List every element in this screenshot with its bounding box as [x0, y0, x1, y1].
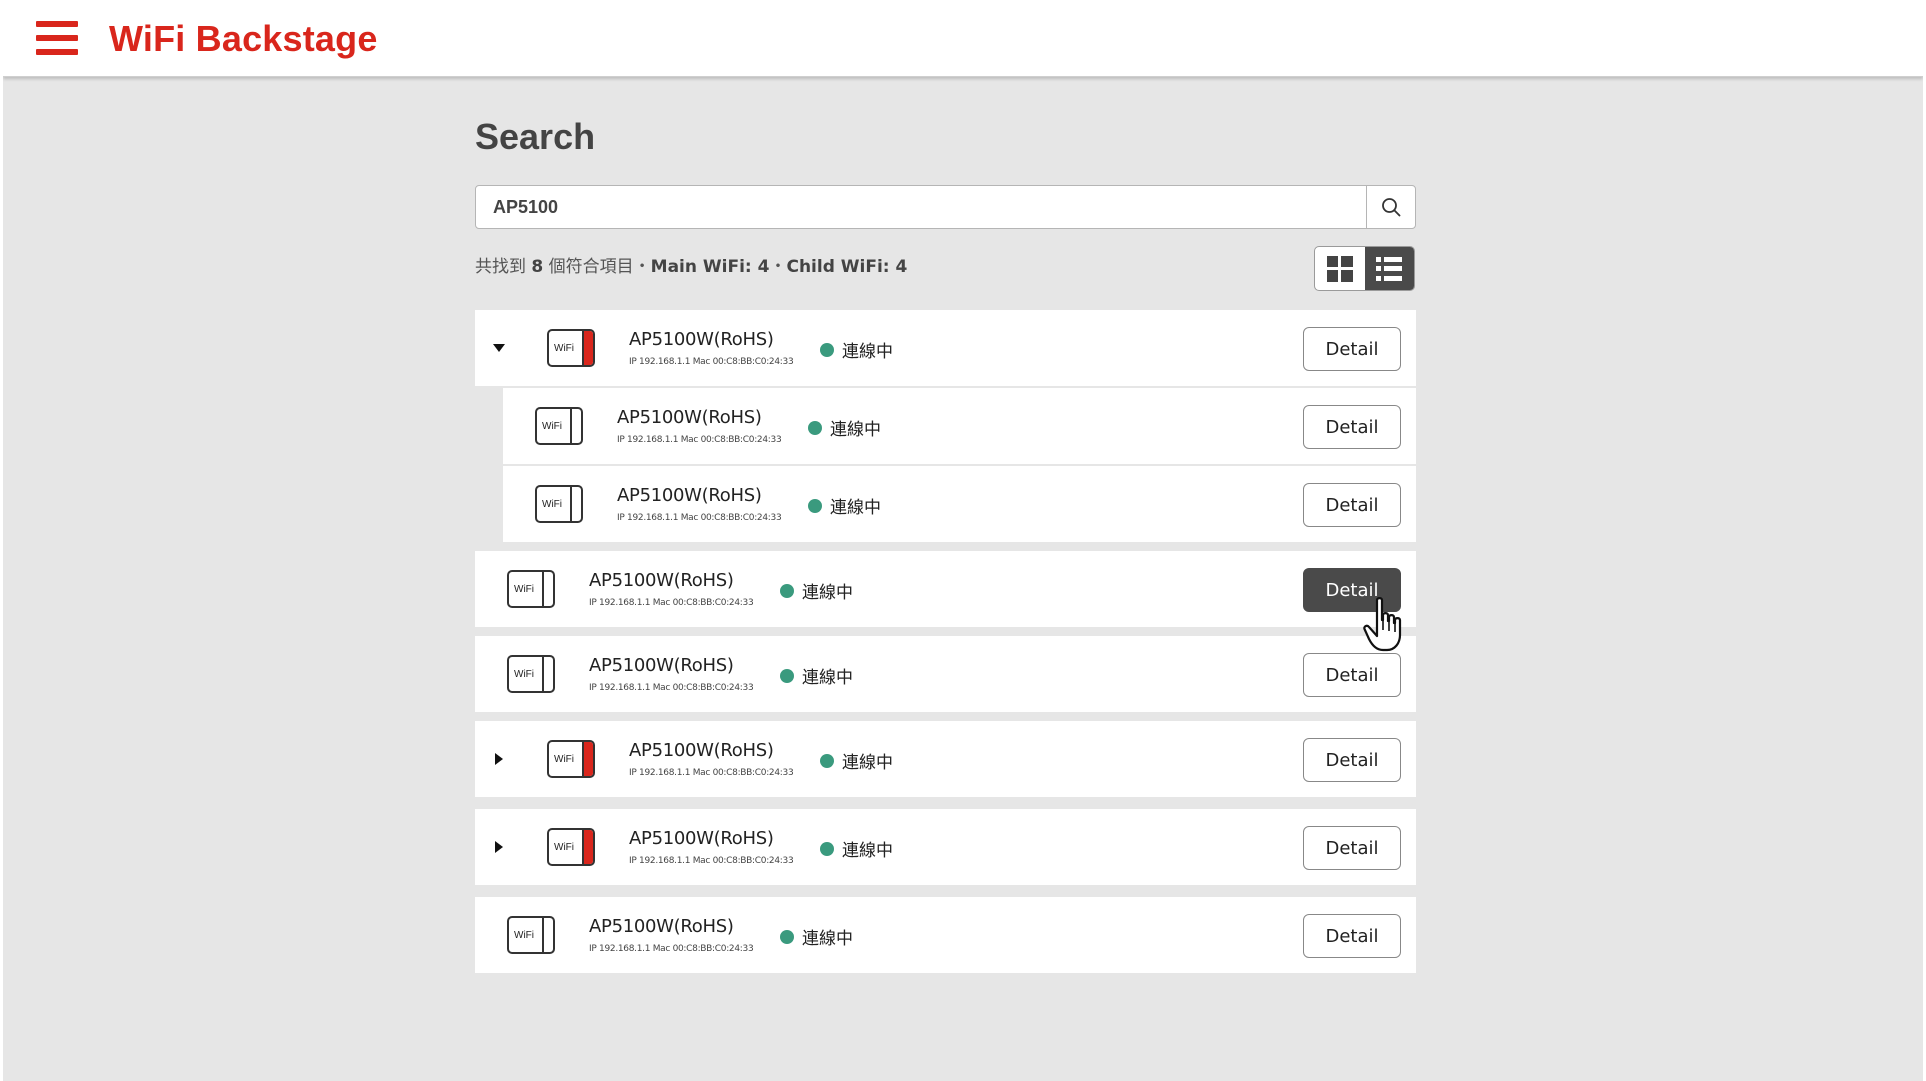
- device-status-text: 連線中: [842, 753, 893, 773]
- online-dot-icon: [780, 583, 794, 598]
- detail-button[interactable]: Detail: [1303, 405, 1401, 449]
- device-status-text: 連線中: [802, 929, 853, 949]
- device-meta: IP 192.168.1.1 Mac 00:C8:BB:C0:24:33: [629, 856, 794, 866]
- list-icon: [1376, 256, 1403, 281]
- wifi-device-icon: WiFi: [547, 828, 595, 866]
- caret-right-icon: [495, 841, 503, 853]
- wifi-device-icon: WiFi: [507, 916, 555, 954]
- online-dot-icon: [808, 420, 822, 435]
- result-summary: 共找到 8 個符合項目・Main WiFi: 4・Child WiFi: 4: [475, 252, 907, 277]
- device-meta: IP 192.168.1.1 Mac 00:C8:BB:C0:24:33: [629, 357, 794, 367]
- device-status: 連線中: [808, 415, 881, 440]
- detail-button[interactable]: Detail: [1303, 738, 1401, 782]
- detail-button[interactable]: Detail: [1303, 826, 1401, 870]
- child-wifi-count: Child WiFi: 4: [786, 257, 908, 277]
- view-toggle: [1314, 246, 1415, 291]
- device-meta: IP 192.168.1.1 Mac 00:C8:BB:C0:24:33: [589, 683, 754, 693]
- device-name: AP5100W(RoHS): [629, 329, 774, 350]
- page-title: Search: [475, 116, 596, 157]
- wifi-device-icon: WiFi: [535, 407, 583, 445]
- search-button[interactable]: [1366, 186, 1415, 228]
- collapse-toggle[interactable]: [489, 310, 509, 386]
- wifi-device-icon: WiFi: [507, 655, 555, 693]
- device-status-text: 連線中: [830, 498, 881, 518]
- child-device-row: WiFi AP5100W(RoHS) IP 192.168.1.1 Mac 00:…: [503, 388, 1416, 464]
- app-frame: WiFi Backstage Search 共找到 8 個符合項目・Main W…: [3, 0, 1923, 1081]
- device-icon-label: WiFi: [514, 584, 534, 595]
- wifi-device-icon: WiFi: [547, 329, 595, 367]
- device-status: 連線中: [780, 578, 853, 603]
- expand-toggle[interactable]: [489, 809, 509, 885]
- search-input[interactable]: [476, 186, 1366, 228]
- device-status: 連線中: [780, 663, 853, 688]
- device-row: WiFi AP5100W(RoHS) IP 192.168.1.1 Mac 00:…: [475, 636, 1416, 712]
- menu-icon[interactable]: [36, 21, 78, 55]
- device-name: AP5100W(RoHS): [617, 407, 762, 428]
- wifi-device-icon: WiFi: [547, 740, 595, 778]
- device-status-text: 連線中: [802, 668, 853, 688]
- online-dot-icon: [820, 342, 834, 357]
- summary-separator: ・: [769, 257, 787, 277]
- wifi-device-icon: WiFi: [507, 570, 555, 608]
- detail-button[interactable]: Detail: [1303, 914, 1401, 958]
- device-icon-label: WiFi: [554, 842, 574, 853]
- device-status: 連線中: [808, 493, 881, 518]
- summary-suffix: 個符合項目・: [548, 257, 651, 277]
- grid-icon: [1326, 255, 1353, 282]
- online-dot-icon: [780, 929, 794, 944]
- device-meta: IP 192.168.1.1 Mac 00:C8:BB:C0:24:33: [589, 598, 754, 608]
- device-status: 連線中: [820, 748, 893, 773]
- list-view-button[interactable]: [1364, 247, 1414, 290]
- online-dot-icon: [820, 753, 834, 768]
- grid-view-button[interactable]: [1315, 247, 1365, 290]
- search-box: [475, 185, 1416, 229]
- caret-right-icon: [495, 753, 503, 765]
- device-meta: IP 192.168.1.1 Mac 00:C8:BB:C0:24:33: [589, 944, 754, 954]
- online-dot-icon: [808, 498, 822, 513]
- device-name: AP5100W(RoHS): [617, 485, 762, 506]
- device-meta: IP 192.168.1.1 Mac 00:C8:BB:C0:24:33: [617, 435, 782, 445]
- device-icon-label: WiFi: [554, 343, 574, 354]
- expand-toggle[interactable]: [489, 721, 509, 797]
- top-bar: WiFi Backstage: [3, 0, 1923, 77]
- detail-button[interactable]: Detail: [1303, 653, 1401, 697]
- device-row: WiFi AP5100W(RoHS) IP 192.168.1.1 Mac 00:…: [475, 897, 1416, 973]
- device-icon-label: WiFi: [514, 669, 534, 680]
- summary-prefix: 共找到: [475, 257, 526, 277]
- device-status-text: 連線中: [842, 841, 893, 861]
- device-name: AP5100W(RoHS): [589, 655, 734, 676]
- device-status: 連線中: [820, 836, 893, 861]
- device-name: AP5100W(RoHS): [589, 916, 734, 937]
- device-row: WiFi AP5100W(RoHS) IP 192.168.1.1 Mac 00:…: [475, 551, 1416, 627]
- online-dot-icon: [780, 668, 794, 683]
- device-icon-label: WiFi: [542, 499, 562, 510]
- caret-down-icon: [493, 344, 505, 352]
- online-dot-icon: [820, 841, 834, 856]
- child-device-row: WiFi AP5100W(RoHS) IP 192.168.1.1 Mac 00:…: [503, 466, 1416, 542]
- device-name: AP5100W(RoHS): [589, 570, 734, 591]
- device-meta: IP 192.168.1.1 Mac 00:C8:BB:C0:24:33: [617, 513, 782, 523]
- device-status: 連線中: [780, 924, 853, 949]
- device-status-text: 連線中: [842, 342, 893, 362]
- wifi-device-icon: WiFi: [535, 485, 583, 523]
- hand-cursor-icon: [1363, 597, 1402, 652]
- device-row: WiFi AP5100W(RoHS) IP 192.168.1.1 Mac 00:…: [475, 310, 1416, 386]
- device-name: AP5100W(RoHS): [629, 740, 774, 761]
- device-name: AP5100W(RoHS): [629, 828, 774, 849]
- device-row: WiFi AP5100W(RoHS) IP 192.168.1.1 Mac 00:…: [475, 721, 1416, 797]
- search-icon: [1382, 198, 1401, 217]
- app-title: WiFi Backstage: [109, 18, 378, 59]
- detail-button[interactable]: Detail: [1303, 327, 1401, 371]
- device-icon-label: WiFi: [554, 754, 574, 765]
- device-icon-label: WiFi: [514, 930, 534, 941]
- device-meta: IP 192.168.1.1 Mac 00:C8:BB:C0:24:33: [629, 768, 794, 778]
- device-status: 連線中: [820, 337, 893, 362]
- device-status-text: 連線中: [830, 420, 881, 440]
- device-status-text: 連線中: [802, 583, 853, 603]
- device-row: WiFi AP5100W(RoHS) IP 192.168.1.1 Mac 00:…: [475, 809, 1416, 885]
- detail-button[interactable]: Detail: [1303, 483, 1401, 527]
- device-icon-label: WiFi: [542, 421, 562, 432]
- main-wifi-count: Main WiFi: 4: [650, 257, 770, 277]
- result-count: 8: [531, 257, 544, 277]
